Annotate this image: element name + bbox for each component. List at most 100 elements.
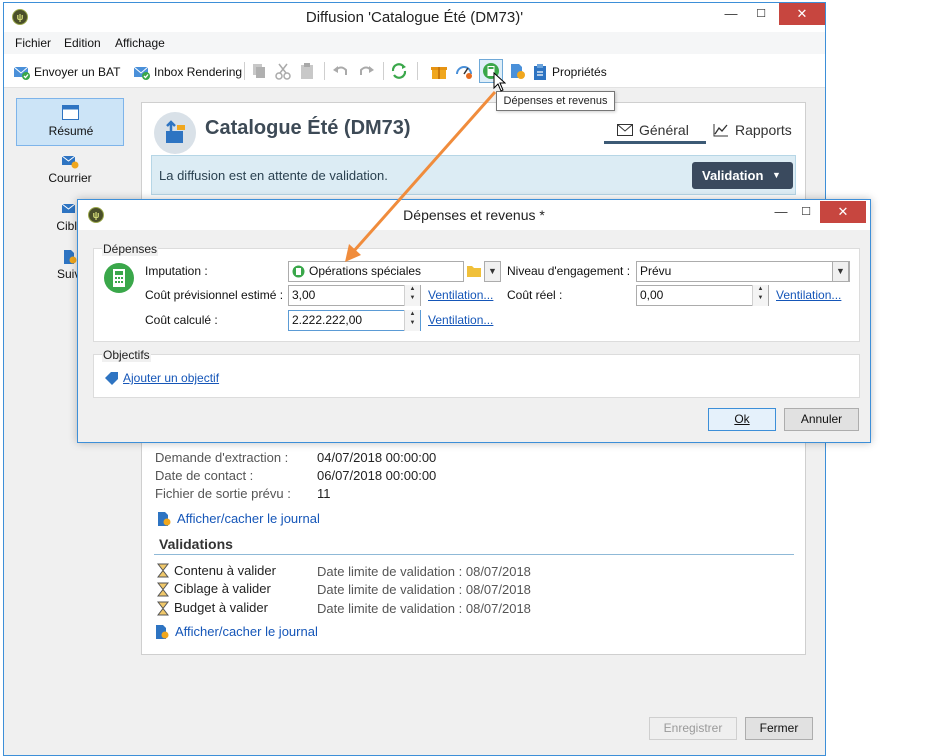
engagement-select[interactable]: Prévu xyxy=(636,261,850,282)
mail-star-icon xyxy=(61,155,79,169)
tab-rapports[interactable]: Rapports xyxy=(713,119,792,141)
report-icon[interactable] xyxy=(508,62,526,80)
objective-tag-icon xyxy=(105,372,118,385)
toggle-log-link-2[interactable]: Afficher/cacher le journal xyxy=(175,624,318,639)
dialog-close-icon[interactable]: ✕ xyxy=(820,201,866,223)
validation-item-label: Ciblage à valider xyxy=(174,581,271,596)
imputation-value: Opérations spéciales xyxy=(309,264,422,278)
redo-icon[interactable] xyxy=(357,62,375,80)
imputation-dropdown-arrow[interactable]: ▼ xyxy=(484,261,501,282)
calculator-icon xyxy=(292,265,305,278)
menu-edition[interactable]: Edition xyxy=(59,32,106,54)
maximize-icon[interactable]: ☐ xyxy=(746,3,776,25)
tab-general[interactable]: Général xyxy=(617,119,689,141)
cut-icon[interactable] xyxy=(274,62,292,80)
estimated-cost-input[interactable]: 3,00 ▲ ▼ xyxy=(288,285,421,306)
delivery-icon xyxy=(154,112,196,154)
validations-heading: Validations xyxy=(159,536,233,552)
page-title: Catalogue Été (DM73) xyxy=(205,117,411,139)
expenses-legend: Dépenses xyxy=(102,242,159,256)
real-breakdown-link[interactable]: Ventilation... xyxy=(776,288,841,302)
computed-cost-value: 2.222.222,00 xyxy=(292,313,363,327)
tab-rapports-label: Rapports xyxy=(735,122,792,138)
engagement-label: Niveau d'engagement : xyxy=(507,264,631,278)
menu-bar: Fichier Edition Affichage xyxy=(4,32,825,54)
window-title: Diffusion 'Catalogue Été (DM73)' xyxy=(305,9,524,26)
validation-button[interactable]: Validation ▼ xyxy=(692,162,793,189)
validation-item-label: Budget à valider xyxy=(174,600,268,615)
mouse-cursor-icon xyxy=(493,72,506,92)
save-button[interactable]: Enregistrer xyxy=(649,717,737,740)
spin-buttons[interactable]: ▲ ▼ xyxy=(752,285,768,306)
clipboard-icon xyxy=(534,64,546,80)
folder-icon[interactable] xyxy=(466,264,482,278)
validation-item-deadline: Date limite de validation : 08/07/2018 xyxy=(317,582,531,597)
nav-item-label: Résumé xyxy=(48,124,94,138)
contact-date-value: 06/07/2018 00:00:00 xyxy=(317,468,437,483)
estimated-breakdown-link[interactable]: Ventilation... xyxy=(428,288,493,302)
gauge-icon[interactable] xyxy=(455,62,473,80)
validation-item-deadline: Date limite de validation : 08/07/2018 xyxy=(317,564,531,579)
dialog-titlebar: ψ Dépenses et revenus * — ☐ ✕ xyxy=(78,200,870,230)
real-cost-input[interactable]: 0,00 ▲ ▼ xyxy=(636,285,769,306)
send-proof-label: Envoyer un BAT xyxy=(34,65,121,79)
add-objective-link[interactable]: Ajouter un objectif xyxy=(123,371,219,385)
maximize-icon[interactable]: ☐ xyxy=(791,201,821,223)
copy-icon[interactable] xyxy=(250,62,268,80)
summary-icon xyxy=(62,105,79,120)
tab-general-label: Général xyxy=(639,122,689,138)
gift-icon[interactable] xyxy=(430,62,448,80)
validation-item-label: Contenu à valider xyxy=(174,563,276,578)
inbox-rendering-icon xyxy=(133,66,150,80)
cancel-button[interactable]: Annuler xyxy=(784,408,859,431)
real-cost-label: Coût réel : xyxy=(507,288,563,302)
contact-date-label: Date de contact : xyxy=(155,468,254,483)
main-titlebar: ψ Diffusion 'Catalogue Été (DM73)' — ☐ ✕ xyxy=(4,3,825,32)
active-tab-indicator xyxy=(604,141,706,144)
dialog-title: Dépenses et revenus * xyxy=(403,207,545,223)
engagement-value: Prévu xyxy=(640,264,672,278)
undo-icon[interactable] xyxy=(332,62,350,80)
spin-buttons[interactable]: ▲ ▼ xyxy=(404,310,420,331)
calculator-icon xyxy=(104,263,134,293)
hourglass-icon xyxy=(157,582,169,597)
inbox-rendering-button[interactable]: Inbox Rendering xyxy=(133,61,242,83)
toolbar-separator xyxy=(417,62,418,80)
validation-button-label: Validation xyxy=(702,168,764,183)
real-cost-value: 0,00 xyxy=(640,288,664,302)
close-icon[interactable]: ✕ xyxy=(779,3,825,25)
extraction-date-value: 04/07/2018 00:00:00 xyxy=(317,450,437,465)
send-proof-button[interactable]: Envoyer un BAT xyxy=(13,61,120,83)
menu-affichage[interactable]: Affichage xyxy=(110,32,170,54)
paste-icon[interactable] xyxy=(298,62,316,80)
toolbar-separator xyxy=(383,62,384,80)
computed-breakdown-link[interactable]: Ventilation... xyxy=(428,313,493,327)
objectives-legend: Objectifs xyxy=(102,348,151,362)
nav-item-courrier[interactable]: Courrier xyxy=(16,149,124,197)
properties-label: Propriétés xyxy=(552,65,607,79)
output-file-label: Fichier de sortie prévu : xyxy=(155,486,291,501)
extraction-date-label: Demande d'extraction : xyxy=(155,450,289,465)
imputation-label: Imputation : xyxy=(145,264,208,278)
nav-item-resume[interactable]: Résumé xyxy=(16,98,124,146)
divider xyxy=(154,554,794,555)
imputation-field[interactable]: Opérations spéciales xyxy=(288,261,464,282)
ok-button[interactable]: Ok xyxy=(708,408,776,431)
spin-buttons[interactable]: ▲ ▼ xyxy=(404,285,420,306)
validation-item-deadline: Date limite de validation : 08/07/2018 xyxy=(317,601,531,616)
output-file-value: 11 xyxy=(317,486,331,501)
ok-button-label: Ok xyxy=(734,412,750,426)
computed-cost-input[interactable]: 2.222.222,00 ▲ ▼ xyxy=(288,310,421,331)
toggle-log-link-1[interactable]: Afficher/cacher le journal xyxy=(177,511,320,526)
minimize-icon[interactable]: — xyxy=(716,3,746,25)
properties-button[interactable]: Propriétés xyxy=(531,61,607,83)
engagement-dropdown-arrow[interactable]: ▼ xyxy=(832,261,849,282)
status-text: La diffusion est en attente de validatio… xyxy=(159,168,388,183)
status-banner: La diffusion est en attente de validatio… xyxy=(151,155,796,195)
envelope-check-icon xyxy=(13,66,30,80)
close-button[interactable]: Fermer xyxy=(745,717,813,740)
toolbar-separator xyxy=(244,62,245,80)
estimated-cost-value: 3,00 xyxy=(292,288,316,302)
menu-fichier[interactable]: Fichier xyxy=(10,32,56,54)
refresh-icon[interactable] xyxy=(390,62,408,80)
